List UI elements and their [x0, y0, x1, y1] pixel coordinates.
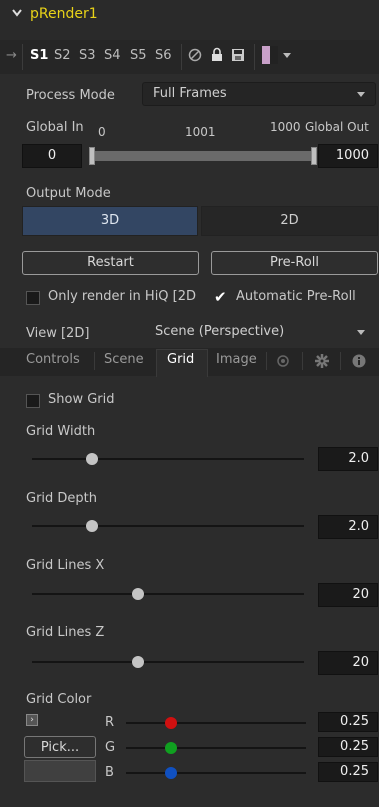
tab-divider [302, 352, 303, 370]
grid-width-label: Grid Width [26, 424, 96, 439]
channel-g-label: G [105, 740, 116, 755]
channel-b-knob[interactable] [165, 767, 177, 779]
process-mode-label: Process Mode [26, 88, 115, 103]
process-mode-value: Full Frames [153, 86, 227, 101]
tab-divider [340, 352, 341, 370]
gear-icon[interactable] [314, 353, 330, 369]
output-mode-label: Output Mode [26, 186, 111, 201]
grid-lines-z-label: Grid Lines Z [26, 625, 105, 640]
tab-scene[interactable]: Scene [104, 352, 144, 367]
channel-b-label: B [105, 765, 114, 780]
tab-grid[interactable]: Grid [167, 352, 194, 367]
hiq-label: Only render in HiQ [2D [48, 289, 197, 304]
channel-g-field[interactable]: 0.25 [318, 737, 378, 757]
color-swatch-dark [270, 46, 278, 64]
camera-tab-icon[interactable] [276, 354, 290, 368]
slot-s2[interactable]: S2 [54, 48, 71, 63]
node-title: pRender1 [30, 6, 98, 22]
chevron-down-icon[interactable] [11, 7, 23, 19]
channel-r-label: R [105, 715, 115, 730]
slot-s5[interactable]: S5 [130, 48, 147, 63]
grid-lines-z-knob[interactable] [132, 656, 145, 668]
output-mode-2d[interactable]: 2D [201, 206, 378, 236]
channel-g-track[interactable] [126, 747, 306, 749]
bypass-icon[interactable] [188, 48, 202, 62]
output-mode-3d[interactable]: 3D [22, 206, 198, 236]
global-in-tick: 0 [98, 125, 106, 139]
global-in-handle[interactable] [89, 147, 95, 165]
grid-lines-x-knob[interactable] [132, 588, 145, 600]
chevron-down-icon [357, 92, 365, 97]
auto-preroll-label: Automatic Pre-Roll [236, 289, 356, 304]
slot-s1[interactable]: S1 [30, 48, 48, 63]
grid-depth-knob[interactable] [85, 520, 98, 532]
grid-lines-x-field[interactable]: 20 [318, 583, 378, 607]
chevron-down-icon[interactable] [283, 53, 291, 59]
color-swatch-icon[interactable] [262, 46, 270, 64]
grid-width-field[interactable]: 2.0 [318, 447, 378, 471]
slot-s6[interactable]: S6 [155, 48, 172, 63]
view-label: View [2D] [26, 326, 90, 341]
toolbar-divider [22, 44, 23, 70]
hiq-checkbox[interactable] [26, 291, 40, 305]
grid-depth-track[interactable] [32, 525, 304, 527]
toolbar-divider [254, 44, 255, 70]
lock-icon[interactable] [211, 47, 223, 62]
grid-lines-x-label: Grid Lines X [26, 558, 105, 573]
toolbar-divider [181, 44, 182, 70]
save-icon[interactable] [231, 48, 245, 62]
channel-b-field[interactable]: 0.25 [318, 762, 378, 782]
channel-r-field[interactable]: 0.25 [318, 712, 378, 732]
global-range-bar[interactable] [92, 151, 314, 161]
grid-lines-z-field[interactable]: 20 [318, 651, 378, 675]
grid-lines-x-track[interactable] [32, 593, 304, 595]
global-mid-tick: 1001 [185, 125, 216, 139]
restart-button[interactable]: Restart [22, 251, 199, 275]
auto-preroll-checkbox[interactable]: ✔ [214, 290, 227, 305]
slot-s4[interactable]: S4 [104, 48, 121, 63]
view-dropdown[interactable]: Scene (Perspective) [142, 320, 376, 344]
global-out-handle[interactable] [311, 147, 317, 165]
channel-g-knob[interactable] [165, 742, 177, 754]
channel-b-track[interactable] [126, 772, 306, 774]
pin-icon[interactable]: → [6, 48, 17, 63]
global-end-tick: 1000 [270, 120, 301, 134]
slot-s3[interactable]: S3 [79, 48, 96, 63]
info-icon[interactable] [352, 354, 366, 368]
grid-width-track[interactable] [32, 458, 304, 460]
global-out-label: Global Out [305, 120, 369, 134]
tab-controls[interactable]: Controls [26, 352, 80, 367]
global-in-field[interactable]: 0 [22, 144, 82, 168]
grid-depth-field[interactable]: 2.0 [318, 515, 378, 539]
grid-depth-label: Grid Depth [26, 491, 98, 506]
channel-r-track[interactable] [126, 722, 306, 724]
expand-color-icon[interactable]: › [26, 714, 38, 726]
tab-divider [94, 352, 95, 370]
chevron-down-icon [357, 330, 365, 335]
grid-color-label: Grid Color [26, 692, 92, 707]
channel-r-knob[interactable] [165, 717, 177, 729]
preroll-button[interactable]: Pre-Roll [211, 251, 378, 275]
show-grid-checkbox[interactable] [26, 394, 40, 408]
global-out-field[interactable]: 1000 [318, 144, 378, 168]
tab-divider [266, 352, 267, 370]
pick-color-button[interactable]: Pick... [24, 736, 96, 758]
show-grid-label: Show Grid [48, 392, 115, 407]
grid-lines-z-track[interactable] [32, 661, 304, 663]
color-preview-swatch[interactable] [24, 760, 96, 782]
process-mode-dropdown[interactable]: Full Frames [142, 82, 376, 106]
grid-width-knob[interactable] [85, 453, 98, 465]
tab-image[interactable]: Image [216, 352, 257, 367]
global-in-label: Global In [26, 120, 84, 135]
view-value: Scene (Perspective) [155, 324, 285, 339]
